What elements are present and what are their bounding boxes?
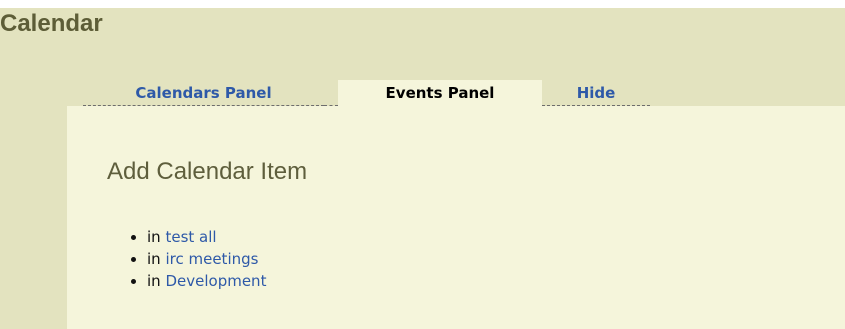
item-prefix: in bbox=[147, 250, 161, 268]
add-calendar-item-heading: Add Calendar Item bbox=[107, 158, 308, 185]
tab-events-panel[interactable]: Events Panel bbox=[338, 80, 542, 106]
bullet-icon bbox=[131, 235, 136, 240]
calendar-list: in test all in irc meetings in Developme… bbox=[107, 226, 266, 292]
tab-divider bbox=[324, 80, 338, 106]
bullet-icon bbox=[131, 257, 136, 262]
page-title: Calendar bbox=[0, 10, 103, 37]
list-item: in Development bbox=[107, 270, 266, 292]
bullet-icon bbox=[131, 279, 136, 284]
tab-calendars-panel[interactable]: Calendars Panel bbox=[83, 80, 324, 106]
calendar-link-development[interactable]: Development bbox=[165, 272, 266, 290]
calendar-link-test-all[interactable]: test all bbox=[165, 228, 216, 246]
list-item: in irc meetings bbox=[107, 248, 266, 270]
panel-tabs: Calendars Panel Events Panel Hide bbox=[83, 80, 650, 106]
item-prefix: in bbox=[147, 272, 161, 290]
events-panel: Add Calendar Item in test all in irc mee… bbox=[67, 106, 845, 329]
list-item: in test all bbox=[107, 226, 266, 248]
calendar-link-irc-meetings[interactable]: irc meetings bbox=[165, 250, 258, 268]
item-prefix: in bbox=[147, 228, 161, 246]
tab-hide[interactable]: Hide bbox=[542, 80, 650, 106]
